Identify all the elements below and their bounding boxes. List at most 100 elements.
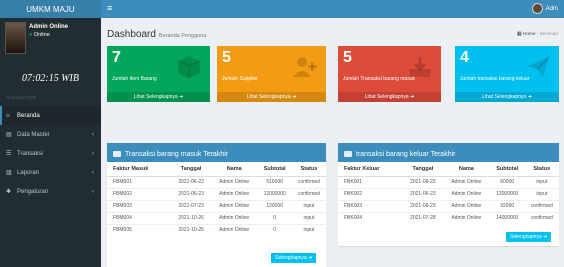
cell: 2021-10-26 xyxy=(171,223,211,236)
col-header: Tanggal xyxy=(402,162,443,177)
cell: 14000000 xyxy=(489,211,525,224)
sidebar-item-laporan[interactable]: ▥ Laporan ‹ xyxy=(0,163,101,182)
table-header-row: Faktur Masuk Tanggal Nama Subtotal Statu… xyxy=(107,162,326,177)
table-row: FBK004 2021-07-28 Admin Online 14000000 … xyxy=(338,211,559,224)
sidebar-item-label: Beranda xyxy=(17,112,40,119)
cell: 2021-06-23 xyxy=(171,187,211,200)
stat-label: Jumlah Transaksi barang masuk xyxy=(343,76,415,82)
sidebar-item-label: Data Master xyxy=(17,131,50,138)
user-status-text: Online xyxy=(33,32,50,38)
chevron-left-icon: ‹ xyxy=(92,150,94,157)
cell: FBM005 xyxy=(107,223,172,236)
sidebar-item-transaksi[interactable]: ☰ Transaksi ‹ xyxy=(0,144,101,163)
cell: 12000000 xyxy=(257,187,292,200)
cell: 2021-06-23 xyxy=(402,199,443,212)
user-plus-icon xyxy=(293,57,317,77)
table-icon xyxy=(113,151,121,157)
sidebar-item-pengaturan[interactable]: ✱ Pengaturan ‹ xyxy=(0,182,101,201)
cell: 60000 xyxy=(489,175,525,188)
sidebar-item-beranda[interactable]: ⌂ Beranda xyxy=(0,106,101,125)
cell: FBK003 xyxy=(338,199,403,212)
box-header: Transaksi barang masuk Terakhir xyxy=(107,146,326,162)
table-row: FBM004 2021-10-26 Admin Online 0 input xyxy=(107,211,326,224)
stat-box-item-barang: 7 Jumlah Item Barang Lihat Selengkapnya … xyxy=(107,46,210,102)
main-content: Dashboard Beranda Pengguna ▦ Home › Beran… xyxy=(101,18,564,267)
arrow-circle-right-icon: ➜ xyxy=(308,255,313,261)
user-menu[interactable]: Adm xyxy=(531,3,558,14)
user-name: Admin Online xyxy=(29,24,68,30)
breadcrumb-home[interactable]: Home xyxy=(523,32,536,37)
col-header: Status xyxy=(524,162,559,177)
col-header: Faktur Masuk xyxy=(107,162,172,177)
selengkapnya-masuk-button[interactable]: Selengkapnya ➜ xyxy=(271,253,317,263)
col-header: Nama xyxy=(442,162,490,177)
table-row: FBK003 2021-06-23 Admin Online 92000 con… xyxy=(338,199,559,212)
stat-value: 5 xyxy=(343,49,352,66)
cell: input xyxy=(291,223,326,236)
cell: Admin Online xyxy=(442,187,490,200)
user-menu-name: Adm xyxy=(545,5,558,12)
cell: confirmed xyxy=(291,187,326,200)
sidebar-item-label: Transaksi xyxy=(17,150,43,157)
stat-more-link[interactable]: Lihat Selengkapnya ➜ xyxy=(455,92,559,102)
cell: FBM004 xyxy=(107,211,172,224)
sidebar: Admin Online ● Online 07:02:15 WIB NAVIG… xyxy=(0,18,101,267)
cell: Admin Online xyxy=(210,199,258,212)
stat-more-link[interactable]: Lihat Selengkapnya ➜ xyxy=(217,92,326,102)
cell: FBM001 xyxy=(107,175,172,188)
cell: 0 xyxy=(257,223,292,236)
list-icon: ☰ xyxy=(6,151,12,157)
stat-link-text: Lihat Selengkapnya xyxy=(133,94,178,100)
stat-value: 4 xyxy=(460,49,469,66)
stat-box-supplier: 5 Jumlah Supplier Lihat Selengkapnya ➜ xyxy=(217,46,326,102)
cell: 516000 xyxy=(257,175,292,188)
cell: input xyxy=(291,211,326,224)
cell: confirmed xyxy=(291,175,326,188)
chart-icon: ▥ xyxy=(6,170,12,176)
selengkapnya-keluar-button[interactable]: Selengkapnya ➜ xyxy=(506,232,552,242)
cell: 92000 xyxy=(489,199,525,212)
cell: 120000 xyxy=(257,199,292,212)
clock: 07:02:15 WIB xyxy=(22,73,79,84)
table-row: FBM005 2021-10-26 Admin Online 0 input xyxy=(107,223,326,236)
chevron-left-icon: ‹ xyxy=(92,131,94,138)
top-navbar: ≡ Adm xyxy=(101,0,564,18)
stat-label: Jumlah Supplier xyxy=(222,76,258,82)
stat-more-link[interactable]: Lihat Selengkapnya ➜ xyxy=(107,92,210,102)
download-icon xyxy=(410,57,430,77)
avatar xyxy=(531,3,543,14)
database-icon: ▤ xyxy=(6,132,12,138)
cell: 2021-06-23 xyxy=(402,187,443,200)
sidebar-menu: ⌂ Beranda ▤ Data Master ‹ ☰ Transaksi ‹ … xyxy=(0,106,101,201)
box-title: Transaksi barang masuk Terakhir xyxy=(125,150,229,158)
arrow-circle-right-icon: ➜ xyxy=(292,94,297,100)
table-icon xyxy=(344,151,352,157)
user-status: ● Online xyxy=(29,32,50,38)
table-row: FBK001 2021-06-22 Admin Online 60000 inp… xyxy=(338,175,559,188)
hamburger-icon[interactable]: ≡ xyxy=(107,4,112,13)
app-logo[interactable]: UMKM MAJU xyxy=(0,0,101,18)
cell: confirmed xyxy=(524,199,559,212)
cell: Admin Online xyxy=(210,175,258,188)
sidebar-item-data-master[interactable]: ▤ Data Master ‹ xyxy=(0,125,101,144)
cell: FBK001 xyxy=(338,175,403,188)
col-header: Tanggal xyxy=(171,162,211,177)
cell: input xyxy=(291,199,326,212)
table-row: FBM002 2021-06-23 Admin Online 12000000 … xyxy=(107,187,326,200)
table-row: FBK002 2021-06-23 Admin Online 12000000 … xyxy=(338,187,559,200)
arrow-circle-right-icon: ➜ xyxy=(179,94,184,100)
stat-value: 7 xyxy=(112,49,121,66)
cell: FBM003 xyxy=(107,199,172,212)
table-transaksi-keluar: Faktur Keluar Tanggal Nama Subtotal Stat… xyxy=(338,162,559,224)
cell: 2021-07-28 xyxy=(402,211,443,224)
dashboard-icon: ▦ xyxy=(516,32,522,37)
chevron-left-icon: ‹ xyxy=(92,188,94,195)
cube-icon xyxy=(177,56,201,78)
stat-value: 5 xyxy=(222,49,231,66)
cell: 2021-06-22 xyxy=(402,175,443,188)
arrow-circle-right-icon: ➜ xyxy=(527,94,532,100)
box-title: transaksi barang keluar Terakhir xyxy=(356,150,456,158)
stat-more-link[interactable]: Lihat Selengkapnya ➜ xyxy=(338,92,441,102)
user-photo xyxy=(5,22,26,54)
arrow-circle-right-icon: ➜ xyxy=(543,234,548,240)
